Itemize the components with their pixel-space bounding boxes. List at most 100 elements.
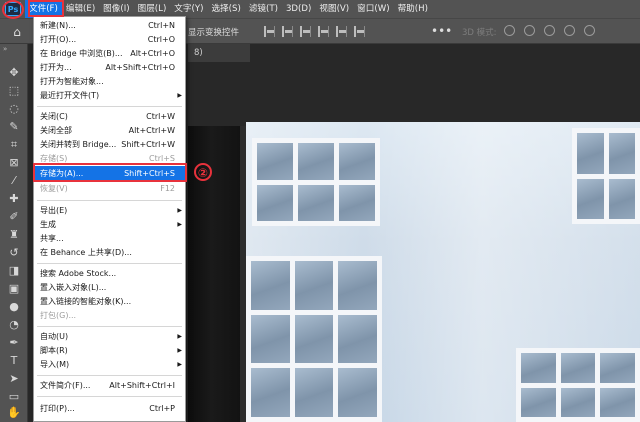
healing-brush-tool-icon[interactable]: ✚ xyxy=(7,192,21,206)
menu-item-search-adobe-stock[interactable]: 搜索 Adobe Stock... xyxy=(34,266,185,281)
menu-item-share-on-behance[interactable]: 在 Behance 上共享(D)... xyxy=(34,245,185,260)
menu-item-label: 导出(E) xyxy=(40,206,68,215)
window-pane xyxy=(294,314,334,364)
align-left-icon[interactable] xyxy=(318,26,329,37)
menu-item-new[interactable]: 新建(N)... Ctrl+N xyxy=(34,18,185,33)
menu-item-label: 共享... xyxy=(40,234,64,243)
menu-item-label: 打开为智能对象... xyxy=(40,77,104,86)
menu-item-close[interactable]: 关闭(C) Ctrl+W xyxy=(34,109,185,124)
menu-3d[interactable]: 3D(D) xyxy=(282,0,315,18)
slide-3d-icon[interactable] xyxy=(564,25,575,36)
pen-tool-icon[interactable]: ✒ xyxy=(7,336,21,350)
history-brush-tool-icon[interactable]: ↺ xyxy=(7,246,21,260)
window-pane xyxy=(294,261,334,310)
collapse-arrows-icon[interactable]: » xyxy=(3,45,7,53)
submenu-arrow-icon: ▶ xyxy=(177,221,182,228)
menu-item-label: 在 Bridge 中浏览(B)... xyxy=(40,49,123,58)
eraser-tool-icon[interactable]: ◨ xyxy=(7,264,21,278)
show-transform-controls-label[interactable]: 显示变换控件 xyxy=(188,26,239,38)
orbit-3d-icon[interactable] xyxy=(504,25,515,36)
submenu-arrow-icon: ▶ xyxy=(177,361,182,368)
align-bottom-icon[interactable] xyxy=(300,26,311,37)
menu-item-label: 打开(O)... xyxy=(40,35,77,44)
menu-item-export[interactable]: 导出(E) ▶ xyxy=(34,203,185,218)
menu-item-print[interactable]: 打印(P)... Ctrl+P xyxy=(34,401,185,416)
menu-item-open-as-smart-object[interactable]: 打开为智能对象... xyxy=(34,74,185,89)
menu-separator xyxy=(37,375,182,376)
frame-tool-icon[interactable]: ⊠ xyxy=(7,156,21,170)
menu-item-label: 关闭(C) xyxy=(40,112,68,121)
camera-3d-icon[interactable] xyxy=(584,25,595,36)
lasso-tool-icon[interactable]: ◌ xyxy=(7,102,21,116)
canvas-image[interactable] xyxy=(246,122,640,422)
dodge-tool-icon[interactable]: ◔ xyxy=(7,318,21,332)
window-pane xyxy=(339,143,375,180)
window-pane xyxy=(608,178,635,219)
menu-item-label: 恢复(V) xyxy=(40,184,68,193)
gradient-tool-icon[interactable]: ▣ xyxy=(7,282,21,296)
menu-item-automate[interactable]: 自动(U) ▶ xyxy=(34,329,185,344)
menu-item-open[interactable]: 打开(O)... Ctrl+O xyxy=(34,32,185,47)
menu-item-recent-files[interactable]: 最近打开文件(T) ▶ xyxy=(34,88,185,103)
3d-mode-icons xyxy=(504,25,595,36)
align-middle-icon[interactable] xyxy=(282,26,293,37)
menu-select[interactable]: 选择(S) xyxy=(207,0,244,18)
clone-stamp-tool-icon[interactable]: ♜ xyxy=(7,228,21,242)
menu-item-label: 打印(P)... xyxy=(40,404,75,413)
type-tool-icon[interactable]: T xyxy=(7,354,21,368)
menu-item-browse-in-bridge[interactable]: 在 Bridge 中浏览(B)... Alt+Ctrl+O xyxy=(34,46,185,61)
menu-item-close-and-go-to-bridge[interactable]: 关闭并转到 Bridge... Shift+Ctrl+W xyxy=(34,137,185,152)
quick-select-tool-icon[interactable]: ✎ xyxy=(7,120,21,134)
submenu-arrow-icon: ▶ xyxy=(177,333,182,340)
menu-item-close-all[interactable]: 关闭全部 Alt+Ctrl+W xyxy=(34,123,185,138)
menu-item-label: 自动(U) xyxy=(40,332,69,341)
menu-item-import[interactable]: 导入(M) ▶ xyxy=(34,357,185,372)
menu-item-place-linked[interactable]: 置入链接的智能对象(K)... xyxy=(34,294,185,309)
marquee-tool-icon[interactable]: ⬚ xyxy=(7,84,21,98)
menu-item-label: 关闭并转到 Bridge... xyxy=(40,140,117,149)
blur-tool-icon[interactable]: ● xyxy=(7,300,21,314)
menu-item-shortcut: Alt+Shift+Ctrl+O xyxy=(105,63,175,72)
menu-item-open-as[interactable]: 打开为... Alt+Shift+Ctrl+O xyxy=(34,60,185,75)
menu-item-revert: 恢复(V) F12 xyxy=(34,181,185,196)
roll-3d-icon[interactable] xyxy=(524,25,535,36)
home-icon[interactable]: ⌂ xyxy=(10,25,24,39)
menu-item-package: 打包(G)... xyxy=(34,308,185,323)
menu-filter[interactable]: 滤镜(T) xyxy=(245,0,282,18)
align-buttons xyxy=(264,26,365,37)
menu-item-shortcut: Ctrl+O xyxy=(147,35,175,44)
window-pane xyxy=(577,133,604,174)
window-pane xyxy=(600,387,635,417)
menu-item-label: 脚本(R) xyxy=(40,346,68,355)
align-center-icon[interactable] xyxy=(336,26,347,37)
menu-item-generate[interactable]: 生成 ▶ xyxy=(34,217,185,232)
align-right-icon[interactable] xyxy=(354,26,365,37)
menu-item-scripts[interactable]: 脚本(R) ▶ xyxy=(34,343,185,358)
path-selection-tool-icon[interactable]: ➤ xyxy=(7,372,21,386)
brush-tool-icon[interactable]: ✐ xyxy=(7,210,21,224)
window-upper-left xyxy=(252,138,380,226)
menu-window[interactable]: 窗口(W) xyxy=(353,0,393,18)
align-top-icon[interactable] xyxy=(264,26,275,37)
menu-item-shortcut: F12 xyxy=(160,184,175,193)
window-pane xyxy=(560,387,596,417)
menu-item-shortcut: Shift+Ctrl+W xyxy=(121,140,175,149)
move-tool-icon[interactable]: ✥ xyxy=(7,66,21,80)
window-pane xyxy=(294,368,334,417)
document-tab[interactable]: 8) xyxy=(188,44,250,62)
menu-view[interactable]: 视图(V) xyxy=(315,0,353,18)
crop-tool-icon[interactable]: ⌗ xyxy=(7,138,21,152)
menu-item-share[interactable]: 共享... xyxy=(34,231,185,246)
menu-item-place-embedded[interactable]: 置入嵌入对象(L)... xyxy=(34,280,185,295)
more-options-icon[interactable]: ••• xyxy=(431,24,452,38)
submenu-arrow-icon: ▶ xyxy=(177,207,182,214)
window-pane xyxy=(298,143,334,180)
eyedropper-tool-icon[interactable]: ⁄ xyxy=(7,174,21,188)
pan-3d-icon[interactable] xyxy=(544,25,555,36)
menu-help[interactable]: 帮助(H) xyxy=(394,0,432,18)
menu-item-label: 搜索 Adobe Stock... xyxy=(40,269,117,278)
menu-item-label: 在 Behance 上共享(D)... xyxy=(40,248,132,257)
menu-item-file-info[interactable]: 文件简介(F)... Alt+Shift+Ctrl+I xyxy=(34,378,185,393)
hand-tool-icon[interactable]: ✋ xyxy=(7,406,21,420)
rectangle-tool-icon[interactable]: ▭ xyxy=(7,390,21,404)
